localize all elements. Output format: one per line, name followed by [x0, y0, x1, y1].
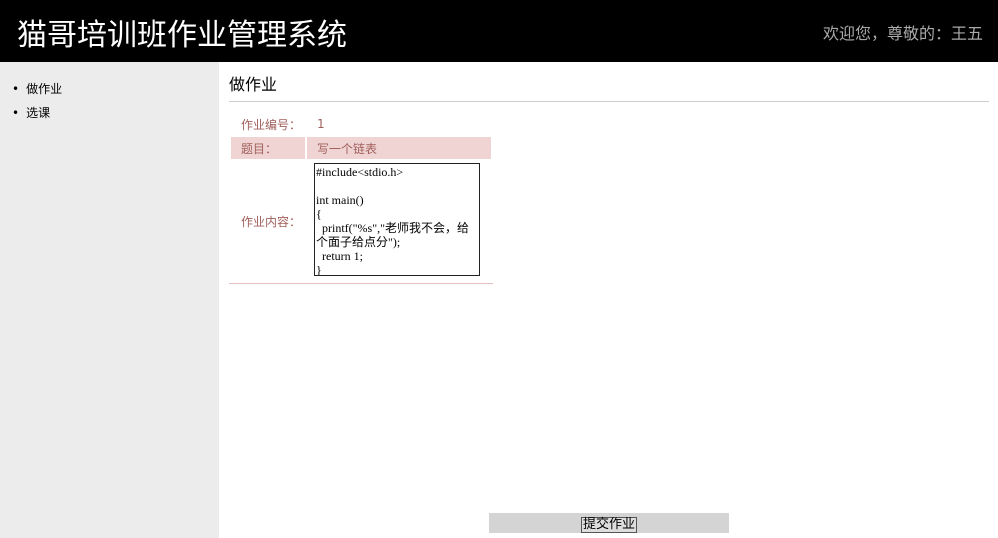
submit-bar: 提交作业 — [489, 513, 729, 533]
sidebar-item-select-course[interactable]: 选课 — [12, 104, 219, 128]
submit-homework-button[interactable]: 提交作业 — [580, 517, 637, 533]
content-textarea[interactable] — [314, 163, 480, 276]
main-content: 做作业 作业编号： 1 题目： 写一个链表 作业内容： — [229, 62, 989, 284]
topic-label: 题目： — [231, 137, 305, 159]
header: 猫哥培训班作业管理系统 欢迎您，尊敬的：王五 — [0, 0, 998, 62]
sidebar-item-do-homework[interactable]: 做作业 — [12, 80, 219, 104]
content-label: 作业内容： — [241, 214, 302, 229]
page-title: 做作业 — [229, 62, 989, 102]
welcome-text: 欢迎您，尊敬的：王五 — [822, 24, 983, 43]
homework-form: 作业编号： 1 题目： 写一个链表 作业内容： — [229, 111, 493, 284]
homework-id-label: 作业编号： — [241, 117, 302, 132]
app-title: 猫哥培训班作业管理系统 — [17, 18, 347, 53]
homework-id-value: 1 — [317, 117, 325, 131]
sidebar: 做作业 选课 — [0, 62, 219, 538]
topic-value: 写一个链表 — [307, 137, 491, 159]
